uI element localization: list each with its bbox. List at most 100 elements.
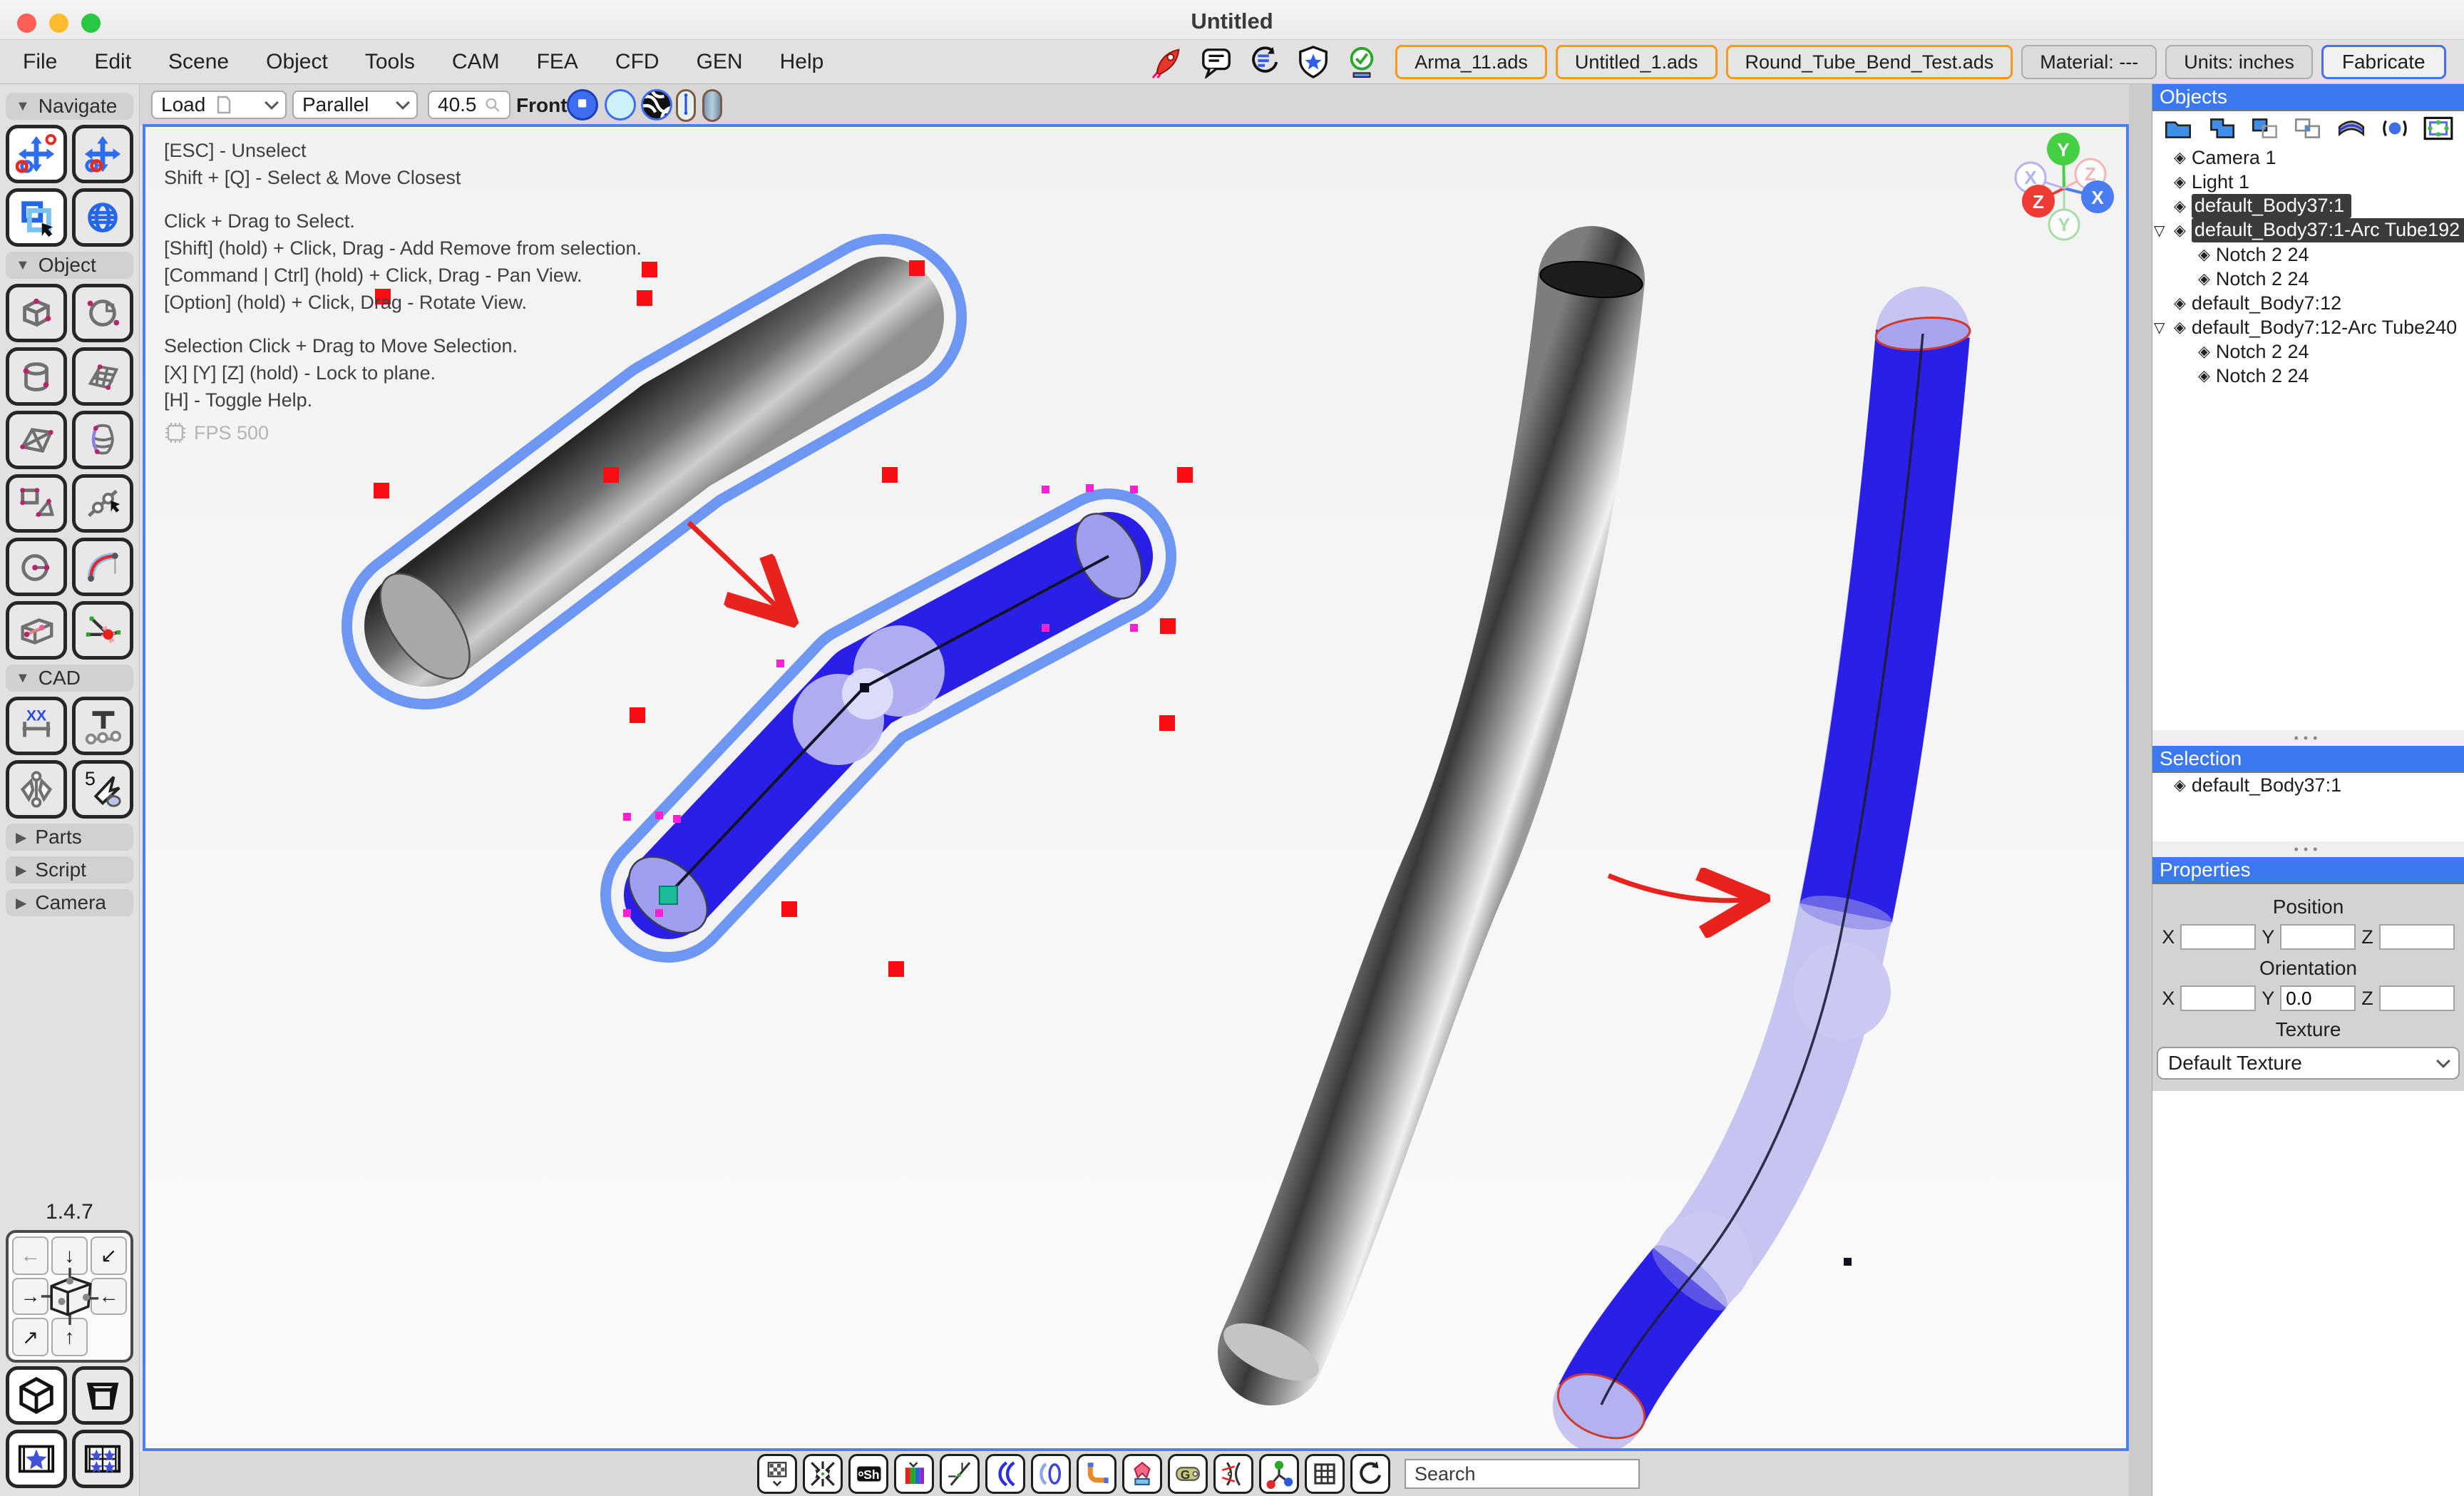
load-dropdown[interactable]: Load [151, 91, 287, 119]
tool-tube-box-button[interactable] [6, 601, 67, 660]
rotate-icon[interactable] [2378, 116, 2411, 140]
search-input[interactable] [1405, 1459, 1640, 1489]
tree-item-notch[interactable]: ◈Notch 2 24 [2152, 267, 2464, 291]
zoom-field[interactable]: 40.5 [428, 91, 510, 119]
color-bars-button[interactable] [894, 1454, 934, 1494]
menu-object[interactable]: Object [266, 50, 328, 74]
position-y-field[interactable] [2280, 924, 2356, 950]
selection-item-body37[interactable]: ◈default_Body37:1 [2152, 773, 2464, 797]
menu-cfd[interactable]: CFD [615, 50, 659, 74]
menu-edit[interactable]: Edit [94, 50, 131, 74]
orientation-x-field[interactable] [2180, 985, 2256, 1011]
orientation-y-field[interactable] [2280, 985, 2356, 1011]
axis-triad-button[interactable] [1259, 1454, 1299, 1494]
shaded-view-button[interactable] [567, 89, 598, 121]
bend-icon[interactable] [2335, 116, 2368, 140]
nav-cube-icon[interactable] [39, 1266, 101, 1327]
pipe-bend-button[interactable] [1077, 1454, 1116, 1494]
menu-help[interactable]: Help [780, 50, 824, 74]
tree-item-notch[interactable]: ◈Notch 2 24 [2152, 364, 2464, 388]
single-view-button[interactable] [6, 1430, 67, 1488]
dither-grid-button[interactable] [757, 1454, 797, 1494]
menu-cam[interactable]: CAM [452, 50, 500, 74]
panel-resize-handle[interactable]: ••• [2152, 841, 2464, 857]
tool-circle-button[interactable] [6, 538, 67, 596]
tool-tee-pipe-button[interactable] [72, 697, 133, 755]
tool-dimension-button[interactable]: XX [6, 697, 67, 755]
orientation-z-field[interactable] [2379, 985, 2455, 1011]
menu-scene[interactable]: Scene [168, 50, 229, 74]
tool-mirror-button[interactable] [6, 760, 67, 819]
material-button[interactable]: Material: --- [2021, 45, 2157, 79]
tool-orbit-globe-button[interactable] [72, 188, 133, 247]
tool-shapes-button[interactable] [6, 474, 67, 533]
arc-cap-button[interactable] [1031, 1454, 1071, 1494]
tree-item-body37[interactable]: ◈default_Body37:1 [2152, 194, 2464, 218]
position-x-field[interactable] [2180, 924, 2256, 950]
rocket-icon[interactable] [1151, 46, 1184, 78]
section-navigate[interactable]: ▼Navigate [6, 93, 133, 120]
environment-view-button[interactable] [641, 89, 672, 121]
tool-sphere-button[interactable] [72, 284, 133, 342]
snap-center-button[interactable] [803, 1454, 843, 1494]
quad-view-button[interactable] [72, 1430, 133, 1488]
group-folder-icon[interactable] [2162, 116, 2194, 140]
perspective-view-button[interactable] [72, 1366, 133, 1425]
section-object[interactable]: ▼Object [6, 252, 133, 279]
sync-icon[interactable] [1248, 46, 1281, 78]
bounding-box-icon[interactable] [2422, 116, 2455, 140]
section-parts[interactable]: ▶Parts [6, 824, 133, 851]
tree-item-notch[interactable]: ◈Notch 2 24 [2152, 242, 2464, 267]
menu-tools[interactable]: Tools [365, 50, 415, 74]
axis-gizmo[interactable]: Y X Z Z X Y [2016, 133, 2114, 240]
texture-dropdown[interactable]: Default Texture [2157, 1047, 2460, 1080]
section-camera[interactable]: ▶Camera [6, 889, 133, 916]
tree-item-notch[interactable]: ◈Notch 2 24 [2152, 339, 2464, 364]
pivot-handle[interactable] [659, 886, 677, 904]
section-cad[interactable]: ▼CAD [6, 665, 133, 692]
units-button[interactable]: Units: inches [2165, 45, 2313, 79]
tool-grid-plane-button[interactable] [72, 347, 133, 406]
gray-tube-tall[interactable] [1216, 257, 1644, 1393]
tool-light-button[interactable] [72, 601, 133, 660]
check-icon[interactable] [1345, 46, 1378, 78]
tool-bezier-button[interactable] [72, 538, 133, 596]
tool-lathe-button[interactable] [72, 411, 133, 469]
collapse-arrow-icon[interactable]: ▽ [2154, 319, 2165, 337]
comment-icon[interactable] [1200, 46, 1233, 78]
tool-pan-button[interactable] [72, 125, 133, 183]
double-arc-button[interactable] [985, 1454, 1025, 1494]
tool-cube-button[interactable] [6, 284, 67, 342]
position-z-field[interactable] [2379, 924, 2455, 950]
tool-point-edit-button[interactable] [72, 474, 133, 533]
tree-item-body7[interactable]: ◈default_Body7:12 [2152, 291, 2464, 315]
projection-dropdown[interactable]: Parallel [292, 91, 418, 119]
fabricate-button[interactable]: Fabricate [2321, 45, 2446, 79]
file-tab-arma11[interactable]: Arma_11.ads [1395, 45, 1547, 79]
section-script[interactable]: ▶Script [6, 856, 133, 883]
subtract-icon[interactable] [2249, 116, 2281, 140]
shield-star-icon[interactable] [1297, 46, 1330, 78]
menu-fea[interactable]: FEA [537, 50, 578, 74]
tube-outline-button[interactable] [676, 89, 696, 122]
union-icon[interactable] [2205, 116, 2238, 140]
tree-item-light[interactable]: ◈Light 1 [2152, 170, 2464, 194]
refresh-button[interactable] [1350, 1454, 1390, 1494]
intersect-icon[interactable] [2291, 116, 2324, 140]
shader-button[interactable]: Sh [848, 1454, 888, 1494]
curve-trim-button[interactable] [1213, 1454, 1253, 1494]
file-tab-round-tube-bend-test[interactable]: Round_Tube_Bend_Test.ads [1726, 45, 2013, 79]
export-marker-button[interactable] [1122, 1454, 1162, 1494]
collapse-arrow-icon[interactable]: ▽ [2154, 222, 2165, 240]
menu-gen[interactable]: GEN [697, 50, 743, 74]
blue-tube-selected[interactable] [615, 503, 1156, 948]
tree-item-body7-arc-tube[interactable]: ▽◈default_Body7:12-Arc Tube240 [2152, 315, 2464, 339]
tree-item-camera[interactable]: ◈Camera 1 [2152, 145, 2464, 170]
menu-file[interactable]: File [23, 50, 57, 74]
tool-pan-select-button[interactable] [6, 125, 67, 183]
gcode-tag-button[interactable]: G [1168, 1454, 1208, 1494]
tree-item-body37-arc-tube[interactable]: ▽◈default_Body37:1-Arc Tube192 [2152, 218, 2464, 242]
panel-resize-handle[interactable]: ••• [2152, 730, 2464, 746]
tool-marquee-select-button[interactable] [6, 188, 67, 247]
tool-cylinder-button[interactable] [6, 347, 67, 406]
